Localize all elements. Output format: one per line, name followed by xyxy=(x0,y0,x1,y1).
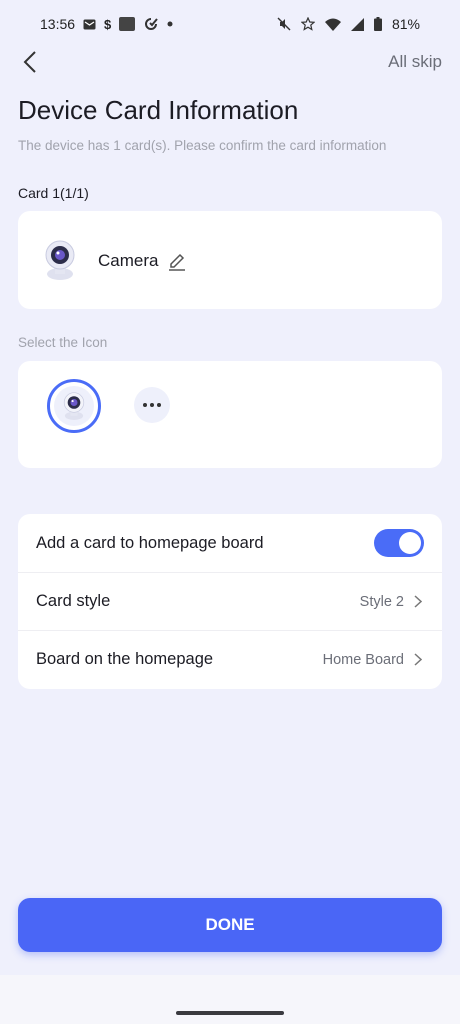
camera-icon xyxy=(63,392,85,420)
status-time: 13:56 xyxy=(40,16,76,32)
wifi-icon xyxy=(324,18,341,31)
icon-option-camera[interactable] xyxy=(47,379,101,433)
icon-select-card xyxy=(18,361,442,468)
system-nav-bar xyxy=(0,975,460,1024)
add-card-row: Add a card to homepage board xyxy=(18,514,442,572)
back-button[interactable] xyxy=(16,48,44,76)
chevron-right-icon xyxy=(412,653,424,667)
card-style-row[interactable]: Card style Style 2 xyxy=(18,572,442,630)
home-indicator[interactable] xyxy=(176,1011,284,1015)
status-bar: 13:56 $ 81% xyxy=(0,0,460,48)
card-label: Card 1(1/1) xyxy=(18,185,89,201)
chevron-right-icon xyxy=(412,595,424,609)
more-icon xyxy=(143,403,161,407)
card-style-label: Card style xyxy=(36,592,111,610)
all-skip-button[interactable]: All skip xyxy=(388,52,442,72)
signal-icon xyxy=(350,17,364,31)
board-label: Board on the homepage xyxy=(36,650,214,668)
page-subtitle: The device has 1 card(s). Please confirm… xyxy=(18,138,387,153)
toggle-knob xyxy=(399,532,421,554)
battery-percent: 81% xyxy=(391,16,420,32)
add-card-toggle[interactable] xyxy=(374,529,424,557)
edit-icon[interactable] xyxy=(167,251,187,271)
app-icon xyxy=(119,17,136,31)
mute-icon xyxy=(277,17,291,31)
star-icon xyxy=(300,17,315,31)
card-style-value: Style 2 xyxy=(359,593,404,610)
battery-icon xyxy=(373,17,382,31)
chevron-left-icon xyxy=(23,51,36,73)
done-button[interactable]: DONE xyxy=(18,898,442,952)
more-icons-button[interactable] xyxy=(134,387,170,423)
settings-card: Add a card to homepage board Card style … xyxy=(18,514,442,689)
board-row[interactable]: Board on the homepage Home Board xyxy=(18,630,442,688)
board-value: Home Board xyxy=(322,651,404,668)
device-name: Camera xyxy=(98,251,159,270)
select-icon-label: Select the Icon xyxy=(18,335,108,350)
device-card: Camera xyxy=(18,211,442,309)
gmail-icon xyxy=(83,19,96,30)
s-icon: $ xyxy=(104,16,112,32)
add-card-label: Add a card to homepage board xyxy=(36,533,264,552)
dot-icon xyxy=(167,21,173,27)
page-title: Device Card Information xyxy=(18,95,299,125)
camera-icon xyxy=(40,239,80,281)
circle-check-icon xyxy=(143,16,159,32)
top-nav: All skip xyxy=(0,48,460,76)
